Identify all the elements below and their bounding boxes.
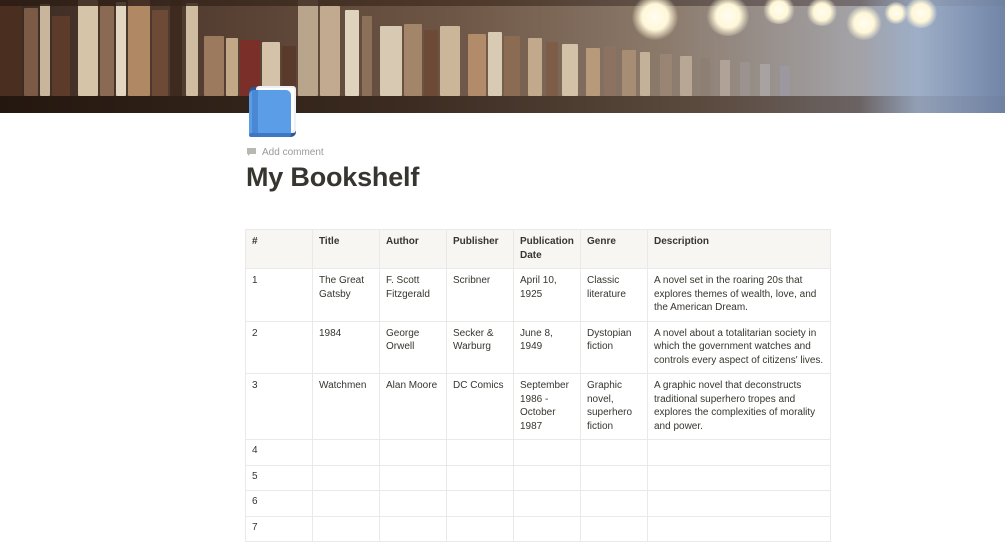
table-cell[interactable]: April 10, 1925 [513,268,581,322]
table-row: 6 [245,490,831,517]
table-cell[interactable] [580,515,648,542]
table-cell[interactable]: A novel set in the roaring 20s that expl… [647,268,831,322]
column-header-genre[interactable]: Genre [580,229,648,269]
table-cell[interactable] [312,490,380,517]
lamp-light [846,6,882,40]
table-cell[interactable]: Alan Moore [379,373,447,440]
add-comment-button[interactable]: Add comment [246,145,324,159]
table-cell[interactable]: Dystopian fiction [580,320,648,374]
table-cell[interactable]: George Orwell [379,320,447,374]
table-cell[interactable]: Secker & Warburg [446,320,514,374]
table-cell[interactable]: The Great Gatsby [312,268,380,322]
table-cell[interactable] [312,439,380,466]
table-cell[interactable]: 4 [245,439,313,466]
table-cell[interactable]: Classic literature [580,268,648,322]
table-cell[interactable] [513,515,581,542]
column-header-title[interactable]: Title [312,229,380,269]
shelf-top [0,0,1005,6]
column-header-publication-date[interactable]: Publication Date [513,229,581,269]
column-header-author[interactable]: Author [379,229,447,269]
table-cell[interactable] [379,464,447,491]
table-cell[interactable] [379,490,447,517]
table-cell[interactable] [580,439,648,466]
table-cell[interactable]: 7 [245,515,313,542]
table-cell[interactable]: Graphic novel, superhero fiction [580,373,648,440]
table-cell[interactable] [446,464,514,491]
add-comment-label: Add comment [262,146,324,158]
table-row: 7 [245,515,831,542]
table-cell[interactable]: 5 [245,464,313,491]
table-cell[interactable]: Scribner [446,268,514,322]
table-cell[interactable]: 2 [245,320,313,374]
table-cell[interactable]: F. Scott Fitzgerald [379,268,447,322]
column-header-description[interactable]: Description [647,229,831,269]
table-cell[interactable]: June 8, 1949 [513,320,581,374]
cover-image[interactable] [0,0,1005,113]
table-cell[interactable] [446,439,514,466]
table-header-row: # Title Author Publisher Publication Dat… [245,229,831,269]
table-row: 5 [245,464,831,491]
column-header-number[interactable]: # [245,229,313,269]
table-cell[interactable] [446,490,514,517]
table-cell[interactable]: 1984 [312,320,380,374]
shelf-band [0,96,1005,113]
table-cell[interactable] [580,464,648,491]
column-header-publisher[interactable]: Publisher [446,229,514,269]
table-cell[interactable] [647,464,831,491]
comment-icon [247,148,256,156]
table-cell[interactable] [580,490,648,517]
table-cell[interactable] [513,439,581,466]
table-row: 4 [245,439,831,466]
table-cell[interactable]: 6 [245,490,313,517]
table-cell[interactable] [513,490,581,517]
bookshelf-table: # Title Author Publisher Publication Dat… [245,229,831,542]
table-cell[interactable]: DC Comics [446,373,514,440]
page-title[interactable]: My Bookshelf [246,162,419,193]
table-cell[interactable] [513,464,581,491]
table-cell[interactable]: 3 [245,373,313,440]
table-cell[interactable] [312,515,380,542]
table-row: 3 Watchmen Alan Moore DC Comics Septembe… [245,373,831,440]
table-cell[interactable] [446,515,514,542]
table-cell[interactable]: Watchmen [312,373,380,440]
table-row: 1 The Great Gatsby F. Scott Fitzgerald S… [245,268,831,322]
table-cell[interactable] [647,439,831,466]
table-cell[interactable]: A graphic novel that deconstructs tradit… [647,373,831,440]
table-cell[interactable] [379,515,447,542]
table-cell[interactable] [312,464,380,491]
table-cell[interactable] [379,439,447,466]
table-row: 2 1984 George Orwell Secker & Warburg Ju… [245,320,831,374]
blue-book-icon[interactable] [246,83,300,139]
table-cell[interactable] [647,515,831,542]
table-cell[interactable]: 1 [245,268,313,322]
table-cell[interactable] [647,490,831,517]
table-cell[interactable]: A novel about a totalitarian society in … [647,320,831,374]
table-cell[interactable]: September 1986 - October 1987 [513,373,581,440]
